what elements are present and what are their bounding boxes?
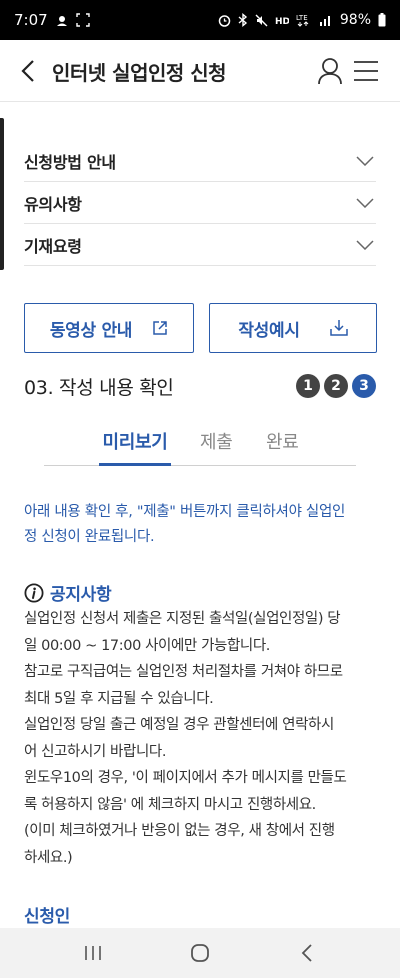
applicant-section-title: 신청인 bbox=[24, 907, 71, 927]
notice-line: 하세요.) bbox=[24, 849, 73, 866]
screen-capture-icon bbox=[75, 13, 90, 27]
back-button[interactable] bbox=[14, 54, 42, 88]
video-guide-button[interactable]: 동영상 안내 bbox=[24, 303, 194, 353]
chevron-left-icon bbox=[21, 60, 34, 82]
system-nav-bar bbox=[0, 928, 400, 978]
tab-done[interactable]: 완료 bbox=[266, 428, 299, 466]
writing-example-button[interactable]: 작성예시 bbox=[209, 303, 377, 353]
writing-example-label: 작성예시 bbox=[238, 320, 300, 341]
tab-preview[interactable]: 미리보기 bbox=[99, 428, 171, 466]
notice-line: 최대 5일 후 지급될 수 있습니다. bbox=[24, 690, 214, 707]
accordion-label: 기재요령 bbox=[24, 236, 82, 256]
notice-body: 실업인정 신청서 제출은 지정된 출석일(실업인정일) 당 일 00:00 ~ … bbox=[24, 606, 380, 871]
back-arrow-icon bbox=[301, 944, 312, 962]
chevron-down-icon bbox=[354, 192, 376, 214]
home-icon bbox=[191, 944, 209, 962]
notice-line: 록 허용하지 않음' 에 체크하지 마시고 진행하세요. bbox=[24, 796, 316, 813]
accordion-label: 유의사항 bbox=[24, 194, 82, 214]
app-header: 인터넷 실업인정 신청 bbox=[0, 40, 400, 102]
bluetooth-icon bbox=[238, 13, 247, 27]
side-edge-handle[interactable] bbox=[0, 118, 4, 270]
tab-submit[interactable]: 제출 bbox=[200, 428, 233, 466]
intro-line: 아래 내용 확인 후, "제출" 버튼까지 클릭하셔야 실업인 bbox=[24, 504, 346, 520]
mute-icon bbox=[255, 14, 268, 26]
chevron-down-icon bbox=[354, 234, 376, 256]
accordion-item-precautions[interactable]: 유의사항 bbox=[24, 182, 376, 224]
page-title: 인터넷 실업인정 신청 bbox=[52, 61, 227, 85]
lte-icon: LTE bbox=[296, 14, 309, 27]
notice-line: 윈도우10의 경우, '이 페이지에서 추가 메시지를 만들도 bbox=[24, 770, 347, 786]
step-row: 03. 작성 내용 확인 1 2 3 bbox=[24, 372, 376, 400]
step-indicator: 1 2 3 bbox=[296, 374, 376, 398]
recent-apps-button[interactable] bbox=[73, 933, 113, 973]
notice-line: (이미 체크하였거나 반응이 없는 경우, 새 창에서 진행 bbox=[24, 823, 335, 839]
home-button[interactable] bbox=[180, 933, 220, 973]
status-time: 7:07 bbox=[14, 11, 48, 29]
notice-line: 참고로 구직급여는 실업인정 처리절차를 거쳐야 하므로 bbox=[24, 664, 343, 680]
menu-button[interactable] bbox=[350, 54, 382, 88]
battery-percent: 98% bbox=[339, 12, 371, 28]
hd-voice-icon: HD bbox=[275, 17, 289, 26]
recent-apps-icon bbox=[85, 946, 102, 960]
svg-text:LTE: LTE bbox=[296, 14, 308, 22]
user-button[interactable] bbox=[314, 54, 346, 88]
status-left: 7:07 bbox=[14, 11, 90, 29]
accordion-label: 신청방법 안내 bbox=[24, 152, 116, 172]
chevron-down-icon bbox=[354, 150, 376, 172]
status-right: HD LTE 98% bbox=[218, 12, 386, 28]
user-icon bbox=[318, 58, 342, 85]
notice-line: 일 00:00 ~ 17:00 사이에만 가능합니다. bbox=[24, 637, 270, 654]
step-dot-1: 1 bbox=[296, 374, 320, 398]
system-back-button[interactable] bbox=[287, 933, 327, 973]
signal-icon bbox=[319, 16, 330, 26]
notice-line: 실업인정 신청서 제출은 지정된 출석일(실업인정일) 당 bbox=[24, 611, 341, 627]
external-link-icon bbox=[153, 321, 167, 335]
notice-line: 어 신고하시기 바랍니다. bbox=[24, 743, 167, 760]
notice-line: 실업인정 당일 출근 예정일 경우 관할센터에 연락하시 bbox=[24, 717, 334, 733]
svg-text:HD: HD bbox=[275, 17, 289, 26]
notification-icon bbox=[56, 16, 67, 26]
video-guide-label: 동영상 안내 bbox=[49, 320, 133, 341]
notice-header: 공지사항 bbox=[24, 580, 112, 605]
info-accordion: 신청방법 안내 유의사항 기재요령 bbox=[24, 140, 376, 266]
accordion-item-application-method[interactable]: 신청방법 안내 bbox=[24, 140, 376, 182]
step-title: 03. 작성 내용 확인 bbox=[24, 376, 174, 399]
intro-line: 정 신청이 완료됩니다. bbox=[24, 529, 155, 545]
step-dot-2: 2 bbox=[324, 374, 348, 398]
alarm-icon bbox=[218, 14, 231, 27]
accordion-item-writing-guide[interactable]: 기재요령 bbox=[24, 224, 376, 266]
download-icon bbox=[329, 320, 348, 336]
intro-message: 아래 내용 확인 후, "제출" 버튼까지 클릭하셔야 실업인 정 신청이 완료… bbox=[24, 500, 376, 550]
battery-icon bbox=[378, 13, 386, 27]
hamburger-icon bbox=[354, 61, 378, 81]
step-dot-3: 3 bbox=[352, 374, 376, 398]
tab-bar: 미리보기 제출 완료 bbox=[44, 428, 356, 466]
notice-title: 공지사항 bbox=[50, 585, 112, 605]
info-icon bbox=[24, 582, 44, 603]
status-bar: 7:07 HD LTE 98% bbox=[0, 0, 400, 40]
